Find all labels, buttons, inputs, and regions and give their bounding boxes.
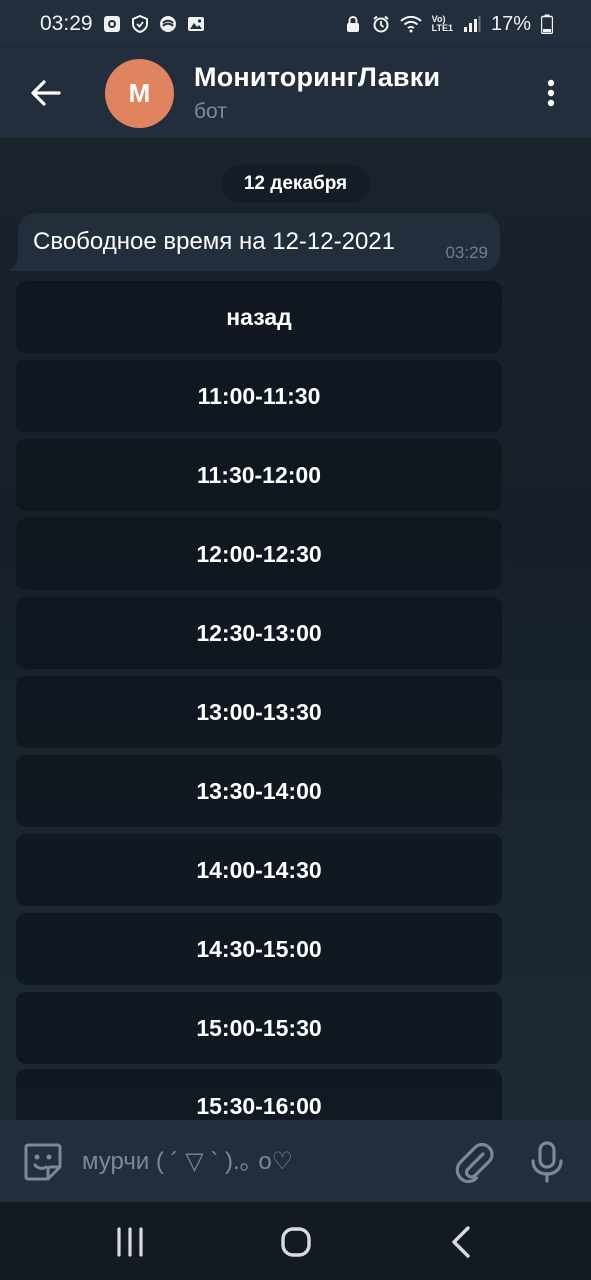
message-time: 03:29 (445, 243, 488, 262)
status-time: 03:29 (40, 12, 93, 35)
navigation-bar (0, 1202, 591, 1280)
keyboard-button-slot[interactable]: 14:00-14:30 (16, 834, 502, 906)
avatar-letter: M (128, 78, 151, 108)
microphone-icon (531, 1141, 563, 1183)
chat-header: M МониторингЛавки бот (0, 48, 591, 138)
sticker-smile-icon (24, 1143, 62, 1181)
keyboard-button-slot[interactable]: 12:00-12:30 (16, 518, 502, 590)
date-chip: 12 декабря (221, 165, 370, 203)
message-text: Свободное время на 12-12-2021 (33, 228, 395, 255)
wifi-icon (399, 15, 422, 33)
sticker-button[interactable] (22, 1141, 64, 1183)
back-button[interactable] (26, 73, 66, 113)
message-bubble[interactable]: Свободное время на 12-12-2021 03:29 (18, 213, 500, 271)
lock-icon (346, 15, 359, 32)
message-input[interactable] (82, 1142, 432, 1182)
network-type: Vo) LTE1 (432, 15, 453, 33)
home-icon[interactable] (276, 1222, 316, 1262)
more-menu-button[interactable] (534, 75, 568, 111)
lte-signal-icon (463, 16, 481, 32)
recents-icon[interactable] (110, 1222, 150, 1262)
app-icon (159, 16, 176, 32)
keyboard-button-slot[interactable]: 12:30-13:00 (16, 597, 502, 669)
battery-icon (541, 14, 553, 34)
keyboard-button-slot[interactable]: 15:30-16:00 (16, 1069, 502, 1120)
keyboard-button-slot[interactable]: 13:00-13:30 (16, 676, 502, 748)
status-right: Vo) LTE1 17% (344, 13, 553, 36)
status-left: 03:29 (40, 12, 205, 36)
microphone-button[interactable] (526, 1140, 568, 1184)
keyboard-button-slot[interactable]: 13:30-14:00 (16, 755, 502, 827)
keyboard-button-back[interactable]: назад (16, 281, 502, 353)
arrow-left-icon (31, 80, 61, 106)
more-vertical-icon (547, 79, 555, 107)
shield-icon (131, 15, 148, 33)
notification-square-icon (103, 16, 120, 32)
battery-percent: 17% (490, 12, 531, 35)
network-label-bottom: LTE1 (431, 23, 453, 33)
keyboard-button-slot[interactable]: 11:30-12:00 (16, 439, 502, 511)
chat-subtitle: бот (194, 100, 227, 123)
messages-area[interactable]: 12 декабря Свободное время на 12-12-2021… (0, 138, 591, 1120)
keyboard-button-slot[interactable]: 14:30-15:00 (16, 913, 502, 985)
attach-button[interactable] (453, 1140, 495, 1184)
paperclip-icon (455, 1142, 494, 1184)
status-bar: 03:29 Vo) LTE1 17% (0, 0, 591, 48)
keyboard-button-slot[interactable]: 15:00-15:30 (16, 992, 502, 1064)
chat-title[interactable]: МониторингЛавки (194, 62, 440, 93)
keyboard-button-slot[interactable]: 11:00-11:30 (16, 360, 502, 432)
input-bar (0, 1120, 591, 1202)
avatar[interactable]: M (105, 59, 174, 128)
alarm-icon (372, 15, 389, 33)
nav-back-icon[interactable] (442, 1222, 482, 1262)
screen: 03:29 Vo) LTE1 17% M МониторингЛавки бот… (0, 0, 591, 1280)
image-icon (187, 17, 204, 31)
